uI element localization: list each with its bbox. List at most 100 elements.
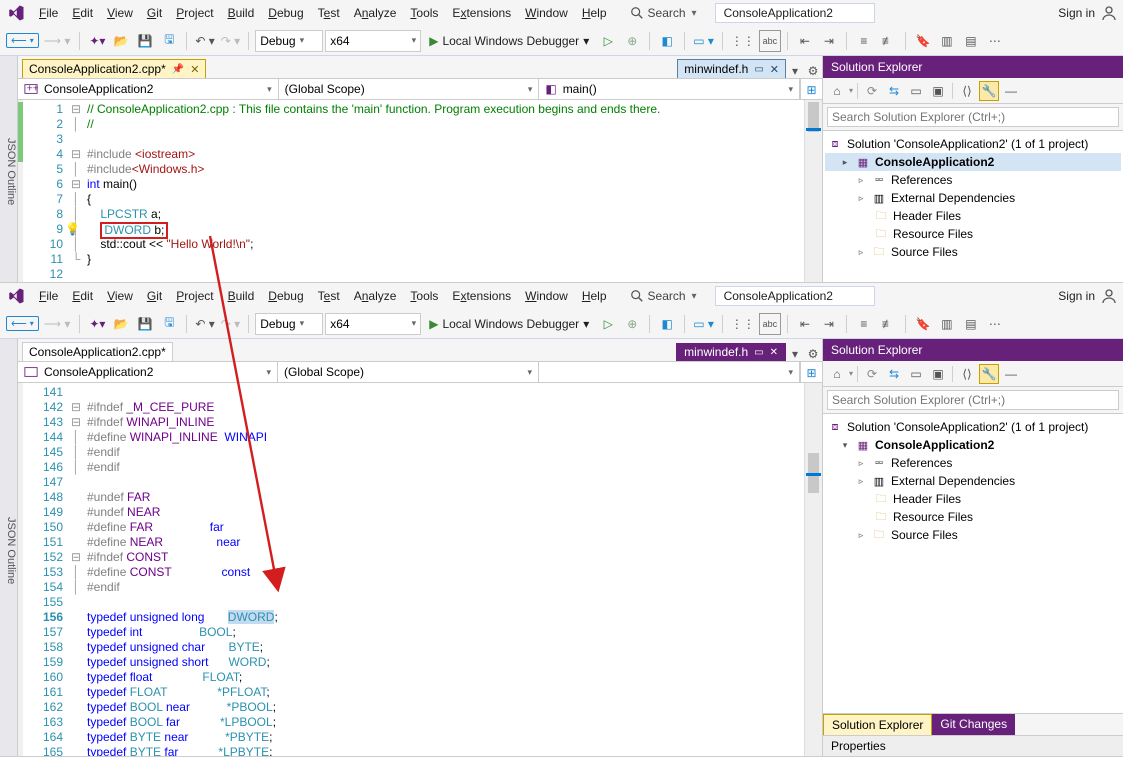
save-button[interactable]: 💾 bbox=[134, 30, 156, 52]
chevron-down-icon[interactable]: ▾ bbox=[839, 440, 851, 451]
tree-project-node[interactable]: ▸▦ConsoleApplication2 bbox=[825, 153, 1121, 171]
tab-dropdown-button[interactable]: ▾ bbox=[786, 64, 804, 78]
tree-header-files[interactable]: 🗀Header Files bbox=[825, 207, 1121, 225]
config-combo[interactable]: Debug▾ bbox=[255, 30, 323, 52]
sol-b3[interactable]: ▭ bbox=[906, 364, 926, 384]
tb-ic3[interactable]: ⋮⋮ bbox=[729, 313, 757, 335]
chevron-down-icon[interactable]: ▸ bbox=[839, 157, 851, 168]
signin-link[interactable]: Sign in bbox=[1058, 288, 1117, 304]
tab-git-changes[interactable]: Git Changes bbox=[932, 714, 1015, 735]
sol-search-input[interactable] bbox=[827, 390, 1119, 410]
tree-solution-node[interactable]: ⧈Solution 'ConsoleApplication2' (1 of 1 … bbox=[825, 418, 1121, 436]
sol-b6[interactable]: — bbox=[1001, 364, 1021, 384]
menu-test[interactable]: Test bbox=[311, 3, 347, 23]
bc-empty[interactable]: ▾ bbox=[539, 362, 800, 382]
tb-ic1[interactable]: ◧ bbox=[656, 313, 678, 335]
search-launcher[interactable]: Search▾ bbox=[622, 289, 705, 303]
sol-sync-button[interactable]: ⇆ bbox=[884, 81, 904, 101]
sol-refresh-button[interactable]: ⟳ bbox=[862, 81, 882, 101]
comment-button[interactable]: ≡ bbox=[853, 313, 875, 335]
comment-button[interactable]: ≡ bbox=[853, 30, 875, 52]
menu-build[interactable]: Build bbox=[221, 286, 262, 306]
menu-tools[interactable]: Tools bbox=[403, 286, 445, 306]
tree-source-files[interactable]: ▹🗀Source Files bbox=[825, 526, 1121, 544]
startup-project-combo[interactable]: ConsoleApplication2 bbox=[715, 286, 875, 306]
side-tab-json-outline[interactable]: JSON Outline bbox=[0, 339, 18, 756]
code-editor-bot[interactable]: 1411421431441451461471481491501511521531… bbox=[18, 383, 822, 756]
tree-external-deps[interactable]: ▹▥External Dependencies bbox=[825, 189, 1121, 207]
fold-column[interactable]: ⊟⊟│││⊟││ bbox=[69, 383, 83, 756]
menu-file[interactable]: File bbox=[32, 286, 65, 306]
tab-gear-button[interactable]: ⚙ bbox=[804, 347, 822, 361]
tb-ic5[interactable]: ▥ bbox=[936, 313, 958, 335]
tb-ic2[interactable]: ▭ ▾ bbox=[691, 30, 716, 52]
tb-ic7[interactable]: ⋯ bbox=[984, 30, 1006, 52]
platform-combo[interactable]: x64▾ bbox=[325, 313, 421, 335]
bc-func[interactable]: ◧main()▾ bbox=[539, 79, 800, 99]
side-tab-json-outline[interactable]: JSON Outline bbox=[0, 56, 18, 282]
keep-open-icon[interactable]: ▭ bbox=[754, 347, 763, 358]
menu-extensions[interactable]: Extensions bbox=[445, 3, 518, 23]
indent-left-button[interactable]: ⇤ bbox=[794, 313, 816, 335]
fold-column[interactable]: ⊟│⊟│⊟││││└ bbox=[69, 100, 83, 282]
platform-combo[interactable]: x64▾ bbox=[325, 30, 421, 52]
nav-back-button[interactable]: ⟵ ▾ bbox=[6, 33, 39, 48]
bc-project[interactable]: ++ConsoleApplication2▾ bbox=[18, 79, 279, 99]
tab-dropdown-button[interactable]: ▾ bbox=[786, 347, 804, 361]
tb-ic4[interactable]: abc bbox=[759, 313, 781, 335]
nav-back-button[interactable]: ⟵ ▾ bbox=[6, 316, 39, 331]
tb-ic6[interactable]: ▤ bbox=[960, 313, 982, 335]
menu-project[interactable]: Project bbox=[169, 3, 220, 23]
menu-git[interactable]: Git bbox=[140, 3, 169, 23]
sol-properties-button[interactable]: 🔧 bbox=[979, 81, 999, 101]
tb-ic2[interactable]: ▭ ▾ bbox=[691, 313, 716, 335]
tree-references[interactable]: ▹▫▫References bbox=[825, 171, 1121, 189]
menu-debug[interactable]: Debug bbox=[261, 3, 310, 23]
menu-edit[interactable]: Edit bbox=[65, 286, 100, 306]
menu-git[interactable]: Git bbox=[140, 286, 169, 306]
sol-search[interactable] bbox=[823, 104, 1123, 131]
start-debug-button[interactable]: ▶Local Windows Debugger ▾ bbox=[423, 315, 595, 333]
close-icon[interactable]: ✕ bbox=[190, 63, 199, 76]
uncomment-button[interactable]: ≢ bbox=[877, 30, 899, 52]
menu-extensions[interactable]: Extensions bbox=[445, 286, 518, 306]
menu-view[interactable]: View bbox=[100, 286, 140, 306]
bc-split-button[interactable]: ⊞ bbox=[800, 79, 822, 99]
tab-solution-explorer[interactable]: Solution Explorer bbox=[823, 714, 932, 735]
vscroll-bot[interactable] bbox=[804, 383, 822, 756]
save-all-button[interactable]: 🖫 bbox=[158, 30, 180, 52]
keep-open-icon[interactable]: ▭ bbox=[754, 64, 763, 75]
tree-header-files[interactable]: 🗀Header Files bbox=[825, 490, 1121, 508]
menu-build[interactable]: Build bbox=[221, 3, 262, 23]
startup-project-combo[interactable]: ConsoleApplication2 bbox=[715, 3, 875, 23]
bookmark-button[interactable]: 🔖 bbox=[912, 30, 934, 52]
start-nodebug-button[interactable]: ▷ bbox=[597, 30, 619, 52]
tree-resource-files[interactable]: 🗀Resource Files bbox=[825, 508, 1121, 526]
bc-scope[interactable]: (Global Scope)▾ bbox=[279, 79, 540, 99]
close-icon[interactable]: ✕ bbox=[770, 63, 779, 76]
indent-right-button[interactable]: ⇥ bbox=[818, 313, 840, 335]
tree-project-node[interactable]: ▾▦ConsoleApplication2 bbox=[825, 436, 1121, 454]
bc-project[interactable]: ConsoleApplication2▾ bbox=[18, 362, 278, 382]
open-file-button[interactable]: 📂 bbox=[110, 30, 132, 52]
sol-search[interactable] bbox=[823, 387, 1123, 414]
new-project-button[interactable]: ✦▾ bbox=[86, 313, 108, 335]
menu-analyze[interactable]: Analyze bbox=[347, 286, 404, 306]
menu-analyze[interactable]: Analyze bbox=[347, 3, 404, 23]
sol-search-input[interactable] bbox=[827, 107, 1119, 127]
attach-button[interactable]: ⊕ bbox=[621, 30, 643, 52]
search-launcher[interactable]: Search▾ bbox=[622, 6, 705, 20]
sol-b5[interactable]: ⟨⟩ bbox=[957, 81, 977, 101]
redo-button[interactable]: ↷ ▾ bbox=[219, 313, 242, 335]
save-button[interactable]: 💾 bbox=[134, 313, 156, 335]
menu-tools[interactable]: Tools bbox=[403, 3, 445, 23]
open-file-button[interactable]: 📂 bbox=[110, 313, 132, 335]
menu-debug[interactable]: Debug bbox=[261, 286, 310, 306]
tree-resource-files[interactable]: 🗀Resource Files bbox=[825, 225, 1121, 243]
menu-test[interactable]: Test bbox=[311, 286, 347, 306]
menu-project[interactable]: Project bbox=[169, 286, 220, 306]
new-project-button[interactable]: ✦▾ bbox=[86, 30, 108, 52]
tree-references[interactable]: ▹▫▫References bbox=[825, 454, 1121, 472]
vscroll-top[interactable] bbox=[804, 100, 822, 282]
bookmark-button[interactable]: 🔖 bbox=[912, 313, 934, 335]
